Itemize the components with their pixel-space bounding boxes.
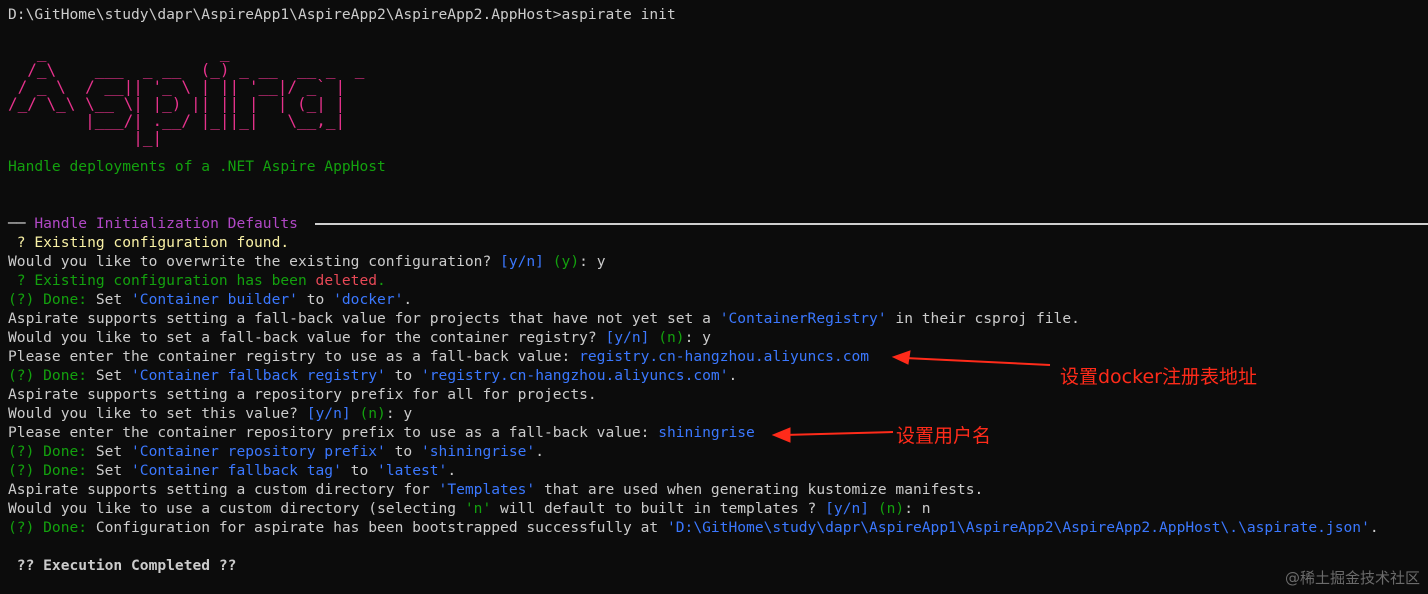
username-arrow-head [771, 427, 791, 443]
annotation-arrows [771, 350, 1051, 443]
username-arrow-line [783, 431, 894, 436]
registry-arrow-head [891, 350, 911, 365]
username-annotation: 设置用户名 [896, 425, 992, 447]
registry-arrow-line [904, 357, 1051, 366]
watermark: @稀土掘金技术社区 [1284, 569, 1420, 587]
registry-annotation: 设置docker注册表地址 [1060, 366, 1257, 388]
